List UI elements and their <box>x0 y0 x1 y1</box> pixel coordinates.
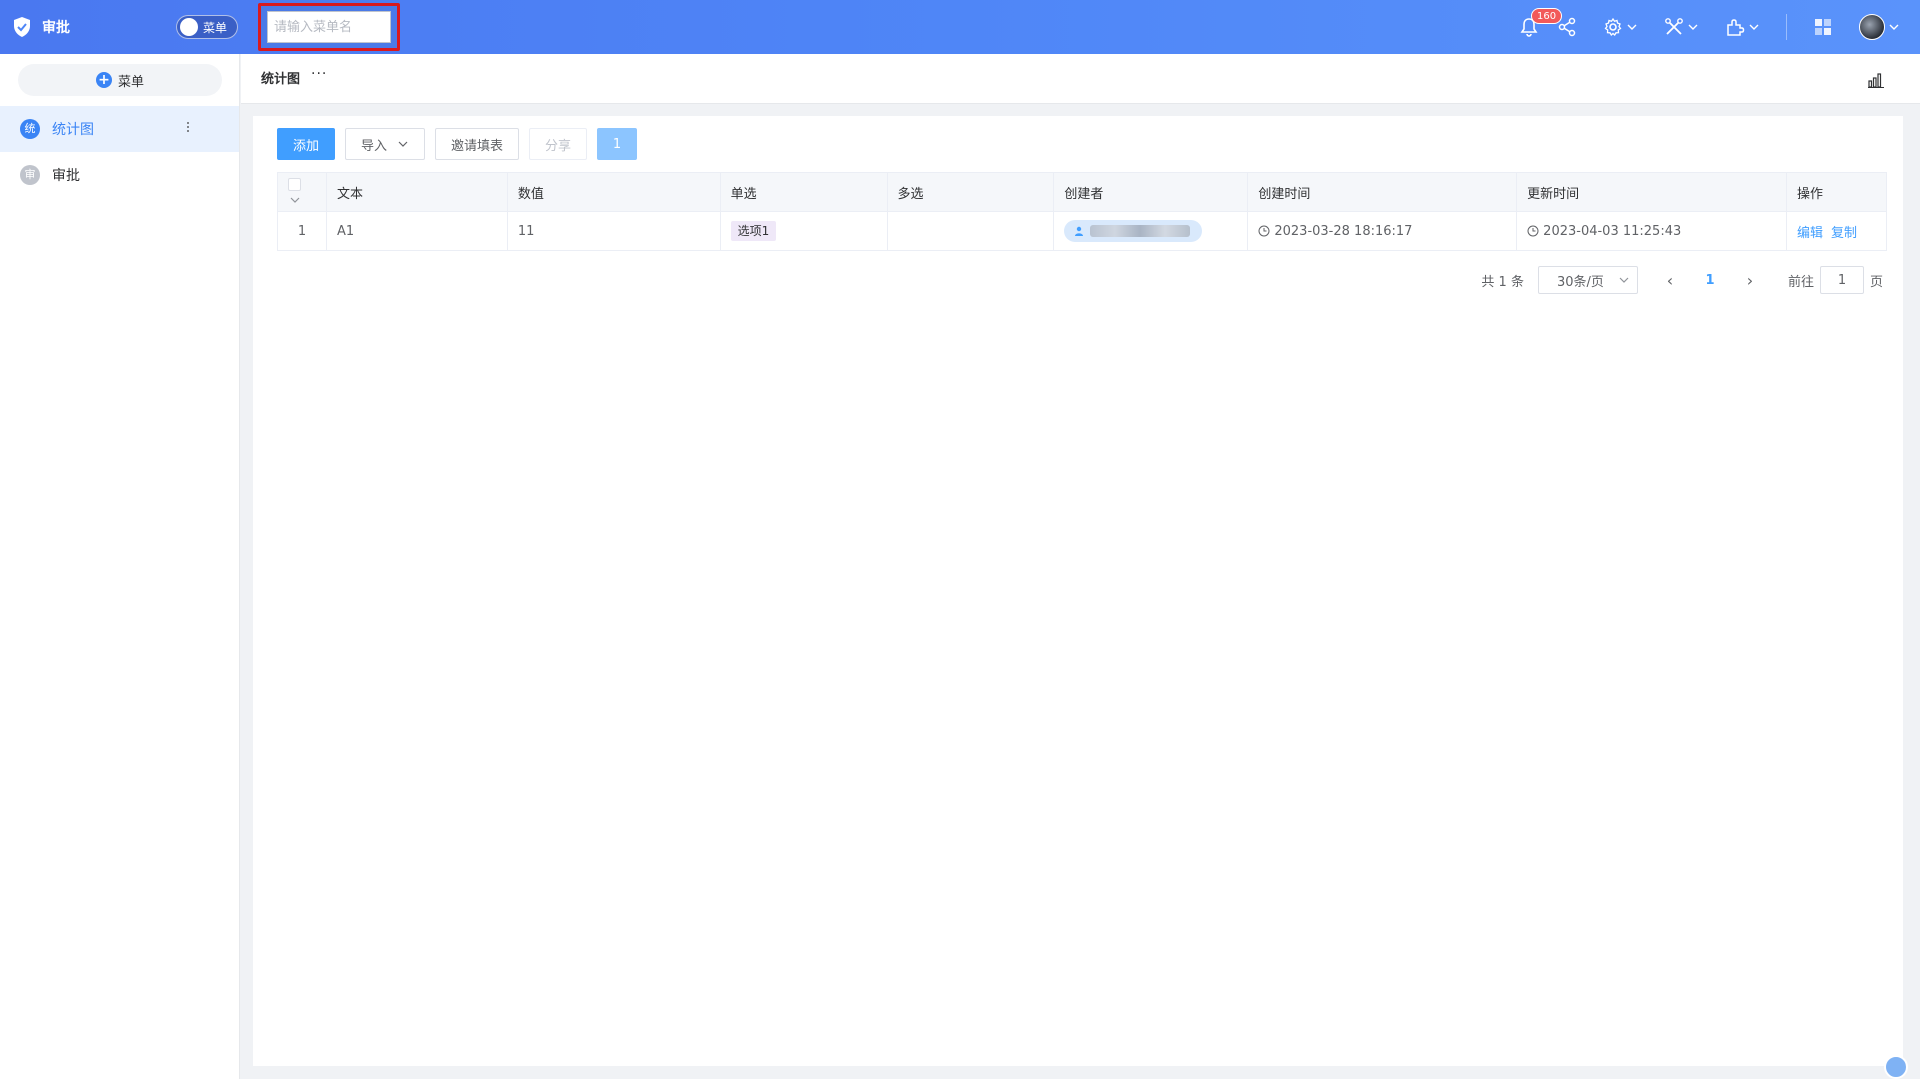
sidebar-item-chart[interactable]: 统 统计图 <box>0 106 239 152</box>
menu-search-input[interactable] <box>267 11 391 43</box>
pagination-total: 共 1 条 <box>1481 274 1524 290</box>
user-menu[interactable] <box>1859 14 1900 40</box>
column-header-creator[interactable]: 创建者 <box>1053 172 1249 212</box>
menu-item-icon: 审 <box>20 165 40 185</box>
cell-creator <box>1053 211 1249 251</box>
data-table: 文本 数值 单选 多选 创建者 创建时间 更新时间 操作 1 A1 11 选项1 <box>277 172 1888 251</box>
add-menu-label: 菜单 <box>117 74 144 90</box>
cell-text: A1 <box>326 211 508 251</box>
menu-toggle-label: 菜单 <box>203 20 228 35</box>
chevron-down-icon <box>1688 24 1698 30</box>
column-header-actions: 操作 <box>1786 172 1888 212</box>
settings-menu[interactable] <box>1603 17 1638 37</box>
header-actions: 160 <box>1493 0 1900 54</box>
sidebar: + 菜单 统 统计图 审 审批 <box>0 54 240 1079</box>
copy-link[interactable]: 复制 <box>1831 226 1857 241</box>
created-at-value: 2023-03-28 18:16:17 <box>1274 223 1413 239</box>
page-size-select[interactable]: 30条/页 <box>1537 266 1638 294</box>
share-button[interactable]: 分享 <box>529 128 588 160</box>
tools-icon <box>1665 18 1683 35</box>
column-header-text[interactable]: 文本 <box>326 172 508 212</box>
app-title: 审批 <box>42 20 70 36</box>
sidebar-item-approval[interactable]: 审 审批 <box>0 152 239 198</box>
shield-icon <box>14 17 30 37</box>
cell-updated-at: 2023-04-03 11:25:43 <box>1516 211 1787 251</box>
creator-name-redacted <box>1090 225 1191 237</box>
column-header-single[interactable]: 单选 <box>720 172 888 212</box>
page-title: 统计图 <box>261 72 301 87</box>
more-vertical-icon[interactable] <box>187 120 191 134</box>
column-header-multi[interactable]: 多选 <box>887 172 1055 212</box>
sidebar-item-label: 审批 <box>52 168 80 184</box>
plugin-icon <box>1727 19 1745 36</box>
cell-created-at: 2023-03-28 18:16:17 <box>1247 211 1518 251</box>
menu-item-icon: 统 <box>20 119 40 139</box>
main-content: 添加 导入 邀请填表 分享 1 文本 数值 单选 多选 创建者 创建时间 更新时… <box>253 116 1903 1066</box>
apps-button[interactable] <box>1813 17 1833 37</box>
creator-chip <box>1064 220 1203 242</box>
goto-page-input[interactable] <box>1819 266 1864 294</box>
cell-number: 11 <box>507 211 721 251</box>
share-button[interactable] <box>1557 17 1577 37</box>
user-icon <box>1075 226 1084 236</box>
next-page-button[interactable]: › <box>1736 271 1764 290</box>
pagination: 共 1 条 30条/页 ‹ 1 › 前往 页 <box>1481 266 1883 294</box>
add-menu-button[interactable]: + 菜单 <box>18 64 222 96</box>
clock-icon <box>1527 225 1539 236</box>
select-all-checkbox[interactable] <box>288 178 301 191</box>
add-button[interactable]: 添加 <box>277 128 336 160</box>
prev-page-button[interactable]: ‹ <box>1656 271 1684 290</box>
select-all-header[interactable] <box>277 172 327 212</box>
row-index: 1 <box>277 211 327 251</box>
top-header: 审批 菜单 160 <box>0 0 1920 54</box>
notification-button[interactable]: 160 <box>1519 8 1563 37</box>
gear-icon <box>1604 17 1622 37</box>
page-suffix: 页 <box>1869 274 1883 290</box>
help-bubble-icon[interactable] <box>1884 1055 1908 1079</box>
option-tag: 选项1 <box>730 221 777 241</box>
column-header-updated-at[interactable]: 更新时间 <box>1516 172 1787 212</box>
header-divider <box>1786 14 1787 40</box>
cell-actions: 编辑 复制 <box>1786 211 1888 251</box>
chevron-down-icon <box>1749 24 1759 30</box>
toolbar: 添加 导入 邀请填表 分享 1 <box>277 128 647 160</box>
import-label: 导入 <box>361 138 388 154</box>
column-header-number[interactable]: 数值 <box>507 172 721 212</box>
sidebar-item-label: 统计图 <box>52 122 94 138</box>
chart-icon[interactable] <box>1868 72 1884 88</box>
menu-toggle[interactable]: 菜单 <box>176 15 238 39</box>
invite-button[interactable]: 邀请填表 <box>435 128 520 160</box>
count-button[interactable]: 1 <box>597 128 638 160</box>
page-size-value: 30条/页 <box>1556 274 1604 290</box>
menu-search-highlight <box>258 3 400 51</box>
page-tabbar: 统计图 ··· <box>241 54 1920 104</box>
clock-icon <box>1258 225 1270 236</box>
import-button[interactable]: 导入 <box>345 128 426 160</box>
chevron-down-icon[interactable] <box>290 195 300 205</box>
goto-label: 前往 <box>1787 274 1814 290</box>
cell-single: 选项1 <box>720 211 888 251</box>
tools-menu[interactable] <box>1664 17 1699 37</box>
plus-icon: + <box>95 72 112 88</box>
table-row[interactable]: 1 A1 11 选项1 2023-03-28 18:16:17 2023-04-… <box>277 211 1888 251</box>
avatar <box>1859 14 1885 40</box>
chevron-down-icon <box>1627 24 1637 30</box>
toggle-knob <box>180 18 198 36</box>
chevron-down-icon <box>1619 277 1629 283</box>
more-options-icon[interactable]: ··· <box>311 66 327 82</box>
table-header-row: 文本 数值 单选 多选 创建者 创建时间 更新时间 操作 <box>277 172 1888 212</box>
cell-multi <box>887 211 1055 251</box>
edit-link[interactable]: 编辑 <box>1797 226 1823 241</box>
apps-icon <box>1815 19 1831 35</box>
page-number[interactable]: 1 <box>1696 273 1724 288</box>
updated-at-value: 2023-04-03 11:25:43 <box>1543 223 1682 239</box>
chevron-down-icon <box>398 141 408 147</box>
share-icon <box>1558 17 1576 37</box>
plugin-menu[interactable] <box>1725 17 1760 37</box>
column-header-created-at[interactable]: 创建时间 <box>1247 172 1518 212</box>
chevron-down-icon <box>1889 24 1899 30</box>
app-logo[interactable]: 审批 <box>12 16 162 38</box>
